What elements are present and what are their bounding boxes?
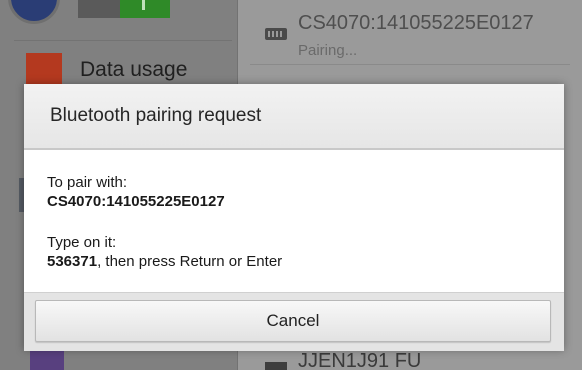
wifi-icon xyxy=(8,0,60,24)
keyboard-icon xyxy=(265,28,287,40)
divider xyxy=(14,40,232,41)
instruction-label: Type on it: xyxy=(47,234,117,251)
dialog-body: To pair with: CS4070:141055225E0127 Type… xyxy=(24,150,564,292)
bluetooth-pairing-dialog: Bluetooth pairing request To pair with: … xyxy=(24,84,564,351)
passkey-instruction: , then press Return or Enter xyxy=(97,253,283,270)
cancel-button[interactable]: Cancel xyxy=(35,300,551,342)
toggle-on-indicator xyxy=(142,0,145,10)
settings-item-data-usage[interactable]: Data usage xyxy=(80,58,187,82)
dialog-footer: Cancel xyxy=(24,292,564,351)
passkey-code: 536371 xyxy=(47,253,98,270)
wifi-toggle-thumb xyxy=(120,0,170,18)
settings-item-icon xyxy=(30,350,64,370)
pairing-device-name: CS4070:141055225E0127 xyxy=(47,193,225,210)
divider xyxy=(250,64,570,65)
data-usage-icon xyxy=(26,53,62,85)
paired-device-name[interactable]: CS4070:141055225E0127 xyxy=(298,12,534,35)
dialog-title: Bluetooth pairing request xyxy=(50,105,262,126)
device-list-item[interactable]: JJEN1J91 FU xyxy=(298,350,421,370)
dialog-header: Bluetooth pairing request xyxy=(24,84,564,148)
pair-with-label: To pair with: xyxy=(47,174,128,191)
paired-device-status: Pairing... xyxy=(298,42,358,59)
passkey-line: 536371, then press Return or Enter xyxy=(47,253,282,270)
settings-screen: Data usage CS4070:141055225E0127 Pairing… xyxy=(0,0,582,370)
keyboard-icon xyxy=(265,362,287,370)
